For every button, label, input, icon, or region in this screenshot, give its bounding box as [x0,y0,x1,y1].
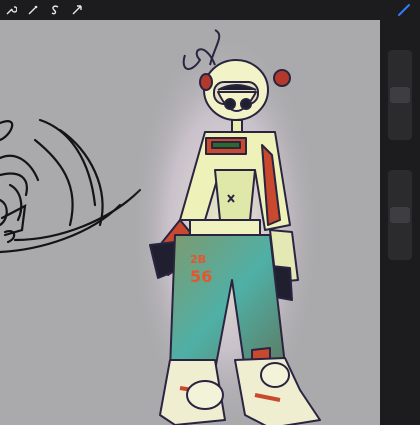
sketch-lines [0,118,142,254]
svg-text:2B: 2B [190,253,206,266]
brush-size-handle[interactable] [390,87,410,103]
wrench-icon[interactable] [0,0,22,20]
magic-wand-icon[interactable] [22,0,44,20]
brush-size-slider[interactable] [388,50,412,140]
svg-text:56: 56 [190,267,212,286]
drawing-canvas[interactable]: 56 2B [0,20,380,425]
right-sidebar [380,20,420,425]
opacity-slider[interactable] [388,170,412,260]
artwork: 56 2B [0,29,321,425]
opacity-handle[interactable] [390,207,410,223]
transform-arrow-icon[interactable] [66,0,88,20]
top-toolbar [0,0,420,20]
brush-icon[interactable] [396,2,412,18]
selection-s-icon[interactable] [44,0,66,20]
